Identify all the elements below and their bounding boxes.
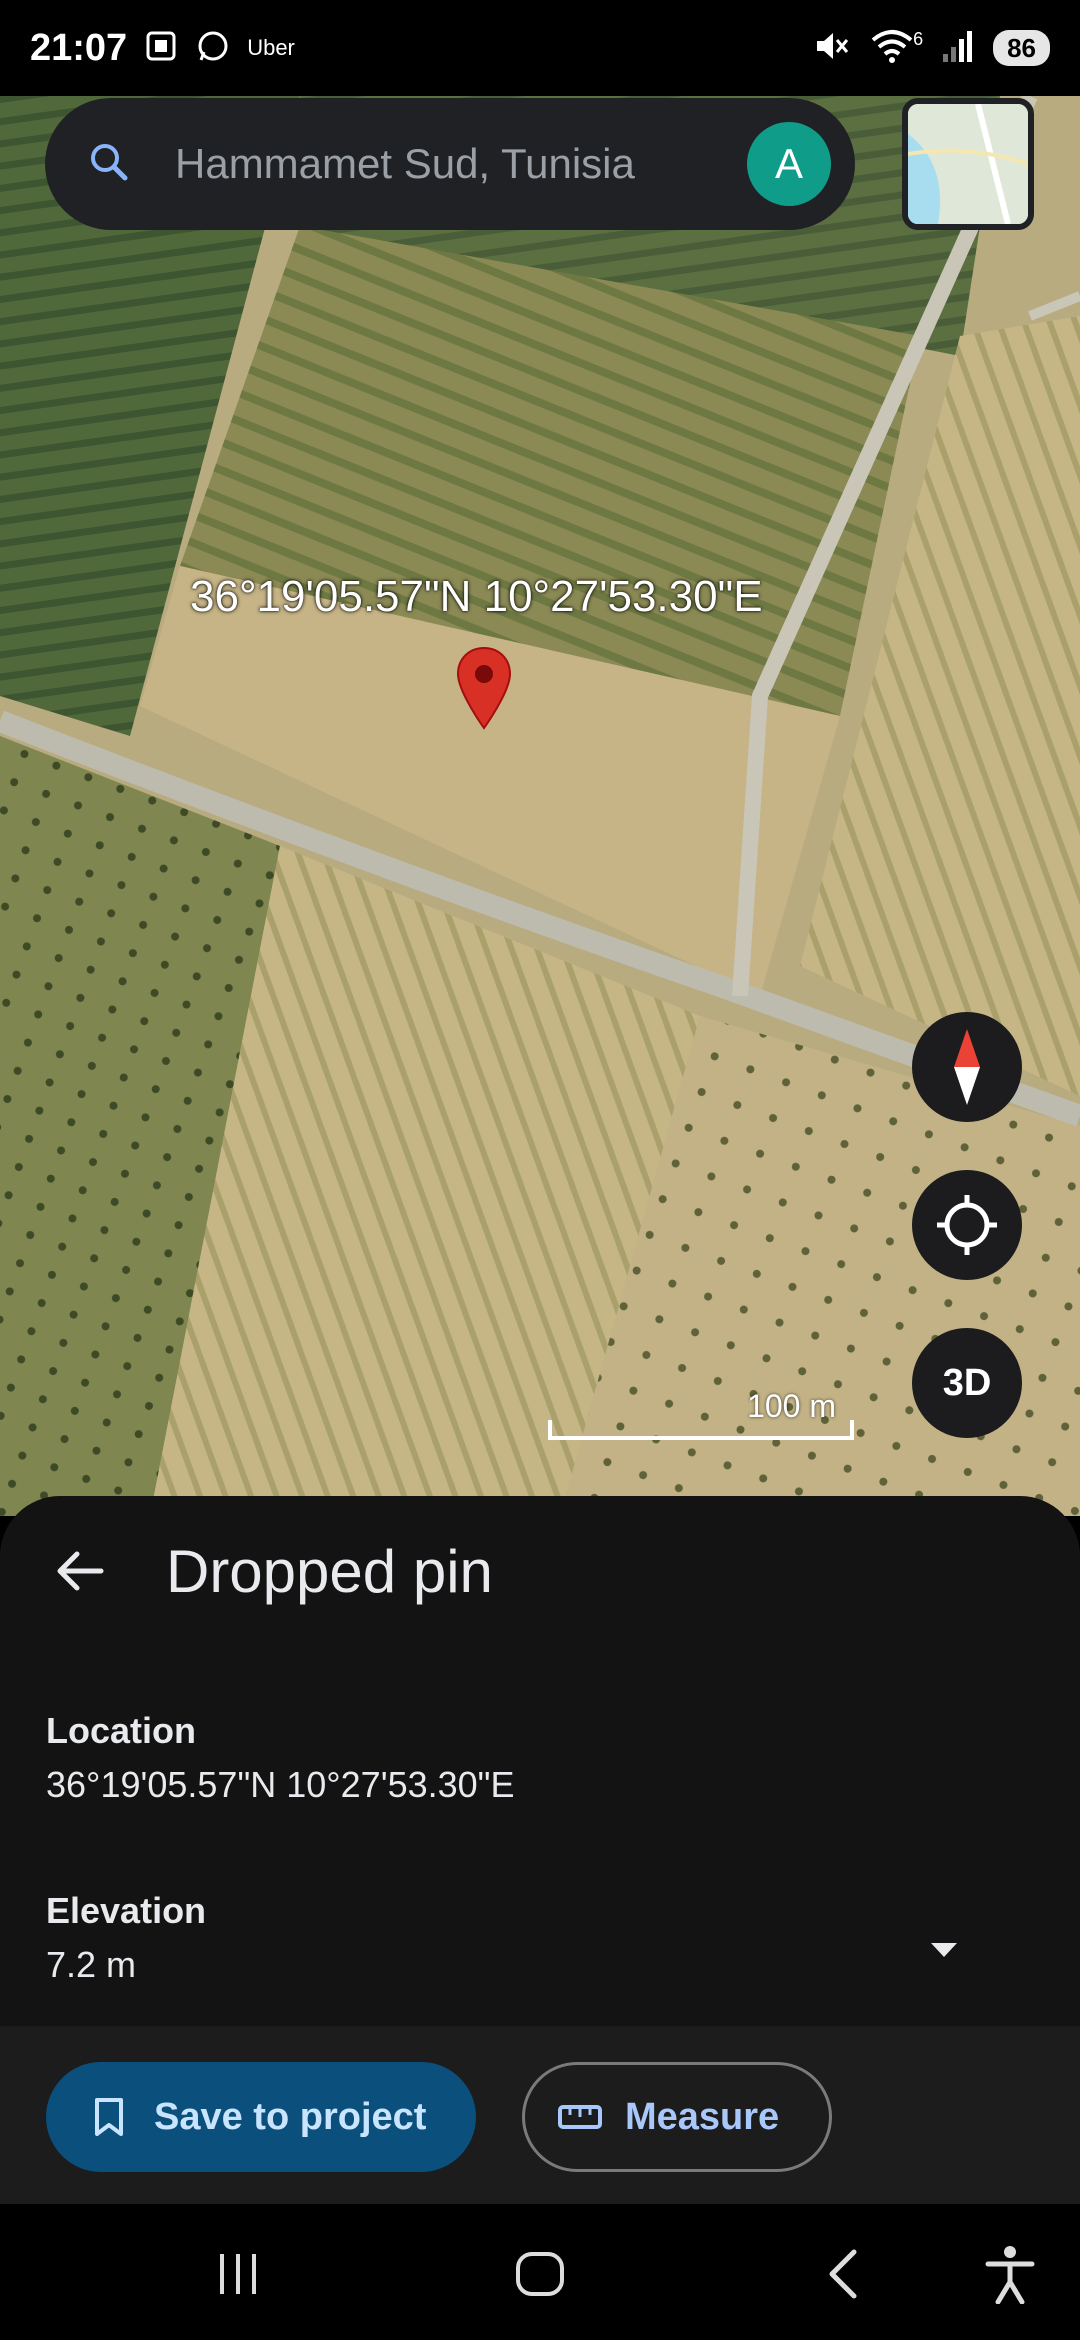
mute-icon (811, 26, 851, 71)
elevation-value: 7.2 m (46, 1944, 137, 1985)
compass-button[interactable] (912, 1012, 1022, 1122)
measure-label: Measure (625, 2095, 780, 2138)
location-field: Location 36°19'05.57"N 10°27'53.30"E (46, 1710, 514, 1806)
3d-toggle-button[interactable]: 3D (912, 1328, 1022, 1438)
my-location-button[interactable] (912, 1170, 1022, 1280)
bookmark-icon (86, 2094, 132, 2140)
sheet-title: Dropped pin (166, 1537, 493, 1605)
wifi-badge: 6 (913, 28, 924, 49)
wifi-icon (869, 26, 915, 71)
recents-button[interactable] (206, 2242, 270, 2306)
uber-app-label: Uber (247, 35, 295, 60)
arrow-left-icon (57, 1551, 104, 1591)
action-bar: Save to project Measure (0, 2026, 1080, 2204)
save-to-project-button[interactable]: Save to project (46, 2062, 476, 2172)
recents-icon (220, 2254, 256, 2294)
whatsapp-icon (195, 28, 231, 69)
system-navigation-bar (0, 2204, 1080, 2340)
scale-bar: 100 m (548, 1388, 854, 1444)
screenshot-icon (143, 28, 179, 69)
satellite-imagery (0, 96, 1080, 1516)
back-button[interactable] (50, 1541, 110, 1601)
compass-icon (954, 1029, 980, 1105)
satellite-map[interactable] (0, 96, 1080, 1516)
accessibility-button[interactable] (978, 2242, 1042, 2306)
elevation-field: Elevation 7.2 m (46, 1890, 206, 1986)
back-nav-icon (829, 2249, 857, 2299)
home-icon (516, 2252, 564, 2296)
search-input[interactable]: Hammamet Sud, Tunisia (175, 140, 747, 188)
location-label: Location (46, 1710, 196, 1751)
status-time: 21:07 (30, 26, 128, 69)
save-to-project-label: Save to project (154, 2095, 427, 2138)
back-nav-button[interactable] (810, 2242, 874, 2306)
map-coordinate-label: 36°19'05.57"N 10°27'53.30"E (190, 572, 763, 621)
search-bar[interactable]: Hammamet Sud, Tunisia A (45, 98, 855, 230)
account-avatar[interactable]: A (747, 122, 831, 206)
status-bar: 21:07 Uber 6 86 (0, 0, 1080, 96)
map-style-icon (908, 104, 1028, 224)
accessibility-icon (985, 2246, 1035, 2304)
sheet-header: Dropped pin (0, 1496, 1080, 1646)
location-value[interactable]: 36°19'05.57"N 10°27'53.30"E (46, 1764, 514, 1806)
locate-icon (937, 1195, 997, 1255)
elevation-label: Elevation (46, 1890, 207, 1931)
scale-line (548, 1420, 854, 1440)
measure-button[interactable]: Measure (522, 2062, 832, 2172)
map-style-thumbnail[interactable] (902, 98, 1034, 230)
elevation-expand-button[interactable] (914, 1920, 974, 1980)
home-button[interactable] (508, 2242, 572, 2306)
dropped-pin-marker[interactable] (456, 646, 512, 735)
search-icon (87, 140, 131, 189)
signal-icon (941, 28, 975, 69)
dropdown-arrow-icon (931, 1943, 957, 1957)
battery-indicator: 86 (993, 30, 1050, 66)
ruler-icon (557, 2094, 603, 2140)
